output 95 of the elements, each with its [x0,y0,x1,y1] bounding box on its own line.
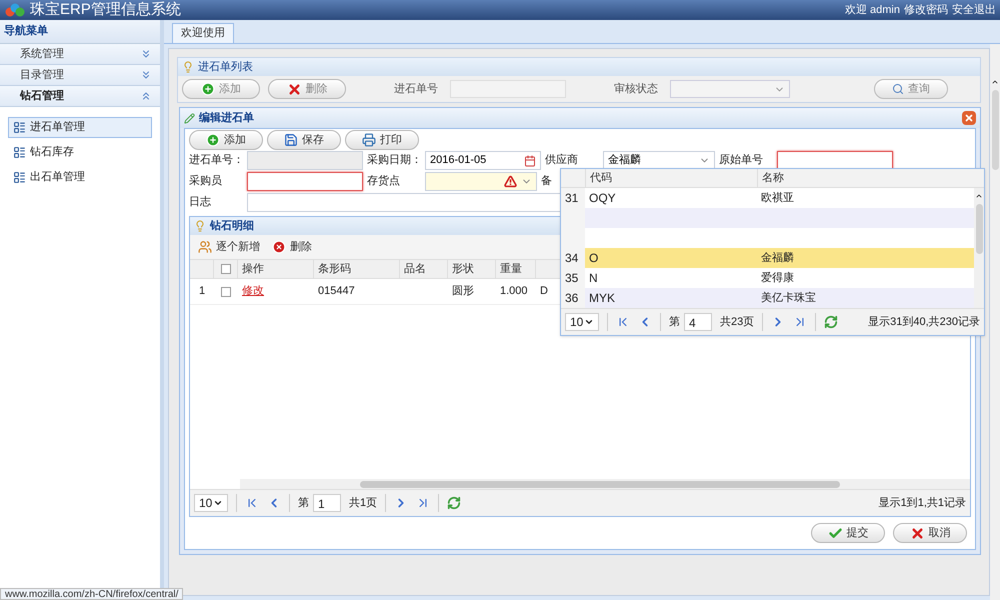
field-label: 日志 [189,194,212,210]
tab[interactable]: 欢迎使用 [172,23,234,43]
column-header: 形状 [448,260,496,278]
lightbulb-icon [182,61,194,73]
field-label: 采购日期： [367,153,423,168]
field-label: 存货点 [367,174,401,190]
table-cell-text: 圆形 [451,284,475,300]
page-label: 第 [298,496,309,511]
header-link[interactable]: 安全退出 [952,2,996,18]
page-number-field[interactable]: 4 [684,313,712,331]
floppy-icon [284,133,298,147]
vertical-scrollbar[interactable] [974,188,984,308]
select-all-checkbox[interactable] [220,264,230,274]
page-size-select[interactable]: 10 [565,313,599,331]
column-header: 重量 [496,260,536,278]
filter-label: 审核状态 [614,82,658,97]
refresh-icon[interactable] [824,315,838,329]
people-icon [198,240,212,254]
field-label: 原始单号 [719,153,764,168]
pencil-icon [184,112,195,124]
calendar-icon[interactable] [524,154,536,166]
sidebar-item[interactable]: 出石单管理 [8,167,152,188]
status-bar: www.mozilla.com/zh-CN/firefox/central/ [0,588,184,600]
list-icon [13,121,26,134]
toolbar-button[interactable]: 打印 [345,130,419,150]
filter-label: 进石单号 [394,82,438,97]
row-number: 1 [198,284,206,300]
search-icon [892,83,904,95]
header-link[interactable]: 修改密码 [904,2,948,18]
delete-icon [272,240,286,254]
welcome-text: 欢迎 admin [844,2,900,18]
scroll-up-icon[interactable] [975,192,983,200]
page-count: 共23页 [720,314,754,330]
table-cell-text: D [539,284,549,300]
table-cell-text: 1.000 [499,284,529,300]
dropdown-row[interactable]: 36 MYK 美亿卡珠宝 [561,288,974,308]
cross-icon [910,526,924,540]
toolbar-button[interactable]: 保存 [267,130,341,150]
row-checkbox[interactable] [221,286,231,296]
warning-icon [504,175,517,188]
grid-toolbar-button[interactable]: 删除 [272,238,312,256]
expand-icon [140,69,152,81]
collapse-icon [140,90,152,102]
dropdown-row[interactable]: 34 O 金福麟 [561,248,974,268]
accordion-header[interactable]: 目录管理 [0,65,160,86]
column-header: 名称 [757,169,962,187]
expand-icon [140,48,152,60]
input-field[interactable] [247,172,363,191]
page-label: 第 [669,314,680,330]
dialog-title: 编辑进石单 [184,110,254,126]
close-icon [964,113,974,123]
cross-icon [286,82,302,96]
close-button[interactable] [962,111,976,125]
accordion-header[interactable]: 钻石管理 [0,86,160,107]
table-cell-text: 015447 [317,284,356,300]
toolbar-button[interactable]: 提交 [811,523,885,543]
toolbar-button[interactable]: 添加 [189,130,263,150]
field-label: 供应商 [545,152,579,168]
caret-icon [584,317,594,327]
horizontal-scrollbar[interactable] [240,479,970,489]
pager-summary: 显示1到1,共1记录 [878,496,966,511]
field-label: 采购员 [189,174,223,190]
date-field[interactable]: 2016-01-05 [425,151,541,170]
page-number-field[interactable]: 1 [313,494,341,512]
column-header: 品名 [400,260,448,278]
grid-toolbar-button[interactable]: 逐个新增 [198,238,260,256]
toolbar-button[interactable]: 取消 [893,523,967,543]
sidebar-item[interactable]: 进石单管理 [8,117,152,138]
printer-icon [362,133,376,147]
scroll-up-icon[interactable] [991,78,999,86]
column-header: 操作 [238,260,314,278]
sidebar-item[interactable]: 钻石库存 [8,142,152,163]
page-size-select[interactable]: 10 [194,494,228,512]
column-header: 条形码 [314,260,400,278]
page-count: 共1页 [349,496,378,511]
plus-icon [206,133,220,147]
page-scrollbar[interactable] [990,44,1000,600]
sidebar-title: 导航菜单 [0,20,160,44]
app-title: 珠宝ERP管理信息系统 [30,0,181,20]
caret-icon [213,498,223,508]
column-header: 代码 [585,169,757,187]
accordion-header[interactable]: 系统管理 [0,44,160,65]
list-icon [13,171,26,184]
logo-icon [4,3,26,17]
field-label: 备 [541,174,552,190]
refresh-icon[interactable] [447,496,462,510]
list-icon [13,146,26,159]
edit-link[interactable]: 修改 [242,283,264,300]
pager-summary: 显示31到40,共230记录 [868,314,980,330]
field-label: 进石单号： [189,153,245,168]
lightbulb-icon [194,220,206,232]
panel-title: 进石单列表 [178,58,980,76]
plus-icon [201,82,215,96]
check-icon [828,526,842,540]
combo-field[interactable] [425,172,537,191]
